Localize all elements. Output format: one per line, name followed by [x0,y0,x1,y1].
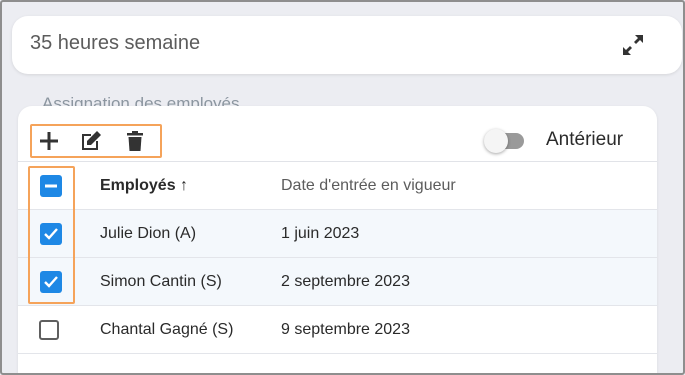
anterieur-toggle[interactable] [484,129,530,153]
employee-name: Chantal Gagné (S) [100,321,234,338]
edit-icon[interactable] [78,128,104,154]
effective-date: 9 septembre 2023 [281,321,410,338]
employee-name: Simon Cantin (S) [100,273,222,290]
checkbox-highlight-box [28,166,75,304]
toggle-knob [484,129,508,153]
page-title: 35 heures semaine [30,32,201,54]
toggle-label: Antérieur [546,129,624,150]
table-row[interactable]: Simon Cantin (S) 2 septembre 2023 [18,258,657,306]
employee-assignment-panel: Antérieur Employés ↑ Date d'entrée en vi… [18,106,657,373]
trash-icon[interactable] [122,128,148,154]
employee-name: Julie Dion (A) [100,225,197,242]
table-header-row: Employés ↑ Date d'entrée en vigueur [18,162,657,210]
table-row[interactable]: Chantal Gagné (S) 9 septembre 2023 [18,306,657,354]
column-header-employees[interactable]: Employés ↑ [100,177,188,195]
effective-date: 1 juin 2023 [281,225,360,242]
table-row[interactable]: Julie Dion (A) 1 juin 2023 [18,210,657,258]
expand-diagonal-icon[interactable] [620,32,646,58]
row-checkbox[interactable] [39,320,59,340]
column-header-date[interactable]: Date d'entrée en vigueur [281,177,456,195]
title-card: 35 heures semaine [12,16,682,74]
window-frame: 35 heures semaine Assignation des employ… [0,0,685,375]
effective-date: 2 septembre 2023 [281,273,410,290]
plus-icon[interactable] [36,128,62,154]
